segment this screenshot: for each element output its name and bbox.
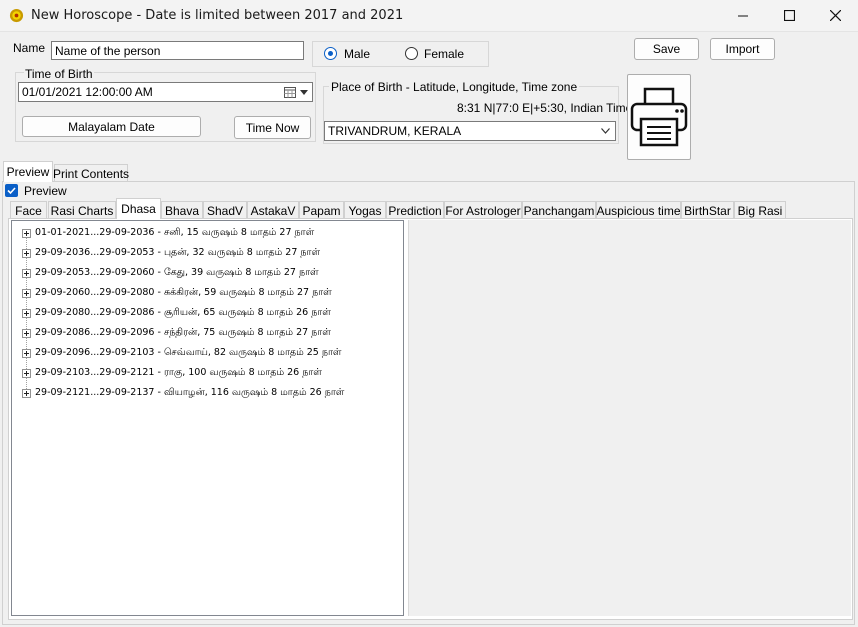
maximize-icon bbox=[783, 10, 795, 21]
name-label: Name bbox=[13, 41, 46, 55]
import-button[interactable]: Import bbox=[710, 38, 775, 60]
tree-item-label: 29-09-2080...29-09-2086 - சூரியன், 65 வர… bbox=[35, 307, 331, 318]
minimize-button[interactable] bbox=[720, 0, 766, 31]
expand-plus-icon[interactable] bbox=[22, 308, 31, 318]
tab-bhava[interactable]: Bhava bbox=[161, 201, 203, 219]
chevron-down-icon bbox=[601, 128, 610, 134]
close-icon bbox=[829, 10, 841, 21]
tab-face[interactable]: Face bbox=[10, 201, 47, 219]
expand-plus-icon[interactable] bbox=[22, 268, 31, 278]
calendar-icon bbox=[284, 87, 296, 98]
tree-item[interactable]: 01-01-2021...29-09-2036 - சனி, 15 வருஷம்… bbox=[22, 223, 314, 243]
expand-plus-icon[interactable] bbox=[22, 388, 31, 398]
preview-panel bbox=[408, 220, 851, 616]
expand-plus-icon[interactable] bbox=[22, 248, 31, 258]
tab-for-astrologer[interactable]: For Astrologer bbox=[444, 201, 522, 219]
tree-item-label: 29-09-2086...29-09-2096 - சந்திரன், 75 வ… bbox=[35, 327, 331, 338]
tree-item[interactable]: 29-09-2086...29-09-2096 - சந்திரன், 75 வ… bbox=[22, 323, 331, 343]
expand-plus-icon[interactable] bbox=[22, 368, 31, 378]
tab-print-contents[interactable]: Print Contents bbox=[53, 164, 129, 182]
tree-item-label: 29-09-2103...29-09-2121 - ராகு, 100 வருஷ… bbox=[35, 367, 322, 378]
preview-checkbox-label: Preview bbox=[24, 184, 67, 198]
name-input[interactable]: Name of the person bbox=[51, 41, 304, 60]
female-radio[interactable] bbox=[405, 47, 418, 60]
window-title: New Horoscope - Date is limited between … bbox=[31, 8, 404, 23]
tab-papam[interactable]: Papam bbox=[299, 201, 344, 219]
printer-icon bbox=[630, 87, 688, 147]
tree-item-label: 01-01-2021...29-09-2036 - சனி, 15 வருஷம்… bbox=[35, 227, 315, 238]
tree-item[interactable]: 29-09-2060...29-09-2080 - சுக்கிரன், 59 … bbox=[22, 283, 332, 303]
tree-item-label: 29-09-2036...29-09-2053 - புதன், 32 வருஷ… bbox=[35, 247, 321, 258]
time-now-button[interactable]: Time Now bbox=[234, 116, 311, 139]
tree-item[interactable]: 29-09-2096...29-09-2103 - செவ்வாய், 82 வ… bbox=[22, 343, 342, 363]
print-button[interactable] bbox=[627, 74, 691, 160]
tree-item[interactable]: 29-09-2053...29-09-2060 - கேது, 39 வருஷம… bbox=[22, 263, 319, 283]
expand-plus-icon[interactable] bbox=[22, 348, 31, 358]
female-label: Female bbox=[424, 47, 465, 61]
place-select-value: TRIVANDRUM, KERALA bbox=[328, 124, 462, 138]
sun-icon bbox=[9, 8, 24, 23]
tree-item-label: 29-09-2060...29-09-2080 - சுக்கிரன், 59 … bbox=[35, 287, 332, 298]
male-radio[interactable] bbox=[324, 47, 337, 60]
birth-datetime-picker[interactable]: 01/01/2021 12:00:00 AM bbox=[18, 82, 313, 102]
expand-plus-icon[interactable] bbox=[22, 288, 31, 298]
minimize-icon bbox=[738, 15, 748, 16]
tab-big-rasi[interactable]: Big Rasi bbox=[734, 201, 786, 219]
place-select[interactable]: TRIVANDRUM, KERALA bbox=[324, 121, 616, 141]
birth-datetime-value: 01/01/2021 12:00:00 AM bbox=[22, 85, 153, 99]
tab-rasi-charts[interactable]: Rasi Charts bbox=[48, 201, 116, 219]
tab-yogas[interactable]: Yogas bbox=[344, 201, 386, 219]
dhasa-tree-view[interactable]: 01-01-2021...29-09-2036 - சனி, 15 வருஷம்… bbox=[11, 220, 404, 616]
tab-astakav[interactable]: AstakaV bbox=[247, 201, 299, 219]
tab-prediction[interactable]: Prediction bbox=[386, 201, 444, 219]
malayalam-date-button[interactable]: Malayalam Date bbox=[22, 116, 201, 137]
tab-preview[interactable]: Preview bbox=[3, 161, 53, 182]
tab-auspicious-time[interactable]: Auspicious time bbox=[596, 201, 681, 219]
tab-panchangam[interactable]: Panchangam bbox=[522, 201, 596, 219]
close-button[interactable] bbox=[812, 0, 858, 31]
tree-item[interactable]: 29-09-2080...29-09-2086 - சூரியன், 65 வர… bbox=[22, 303, 331, 323]
tree-item[interactable]: 29-09-2121...29-09-2137 - வியாழன், 116 வ… bbox=[22, 383, 344, 403]
maximize-button[interactable] bbox=[766, 0, 812, 31]
expand-plus-icon[interactable] bbox=[22, 328, 31, 338]
male-label: Male bbox=[344, 47, 371, 61]
tree-item-label: 29-09-2096...29-09-2103 - செவ்வாய், 82 வ… bbox=[35, 347, 342, 358]
chevron-down-icon bbox=[300, 90, 308, 95]
tree-item-label: 29-09-2121...29-09-2137 - வியாழன், 116 வ… bbox=[35, 387, 345, 398]
place-of-birth-label: Place of Birth - Latitude, Longitude, Ti… bbox=[329, 80, 580, 94]
title-bar: New Horoscope - Date is limited between … bbox=[0, 0, 858, 32]
coordinates-readout: 8:31 N|77:0 E|+5:30, Indian Time bbox=[457, 101, 633, 115]
tab-shadv[interactable]: ShadV bbox=[203, 201, 247, 219]
tree-item-label: 29-09-2053...29-09-2060 - கேது, 39 வருஷம… bbox=[35, 267, 319, 278]
save-button[interactable]: Save bbox=[634, 38, 699, 60]
checkmark-icon bbox=[7, 187, 16, 195]
tree-item[interactable]: 29-09-2103...29-09-2121 - ராகு, 100 வருஷ… bbox=[22, 363, 322, 383]
tab-dhasa[interactable]: Dhasa bbox=[116, 198, 161, 219]
tree-item[interactable]: 29-09-2036...29-09-2053 - புதன், 32 வருஷ… bbox=[22, 243, 320, 263]
tab-birthstar[interactable]: BirthStar bbox=[681, 201, 734, 219]
expand-plus-icon[interactable] bbox=[22, 228, 31, 238]
time-of-birth-label: Time of Birth bbox=[24, 67, 94, 81]
preview-checkbox[interactable] bbox=[5, 184, 18, 197]
